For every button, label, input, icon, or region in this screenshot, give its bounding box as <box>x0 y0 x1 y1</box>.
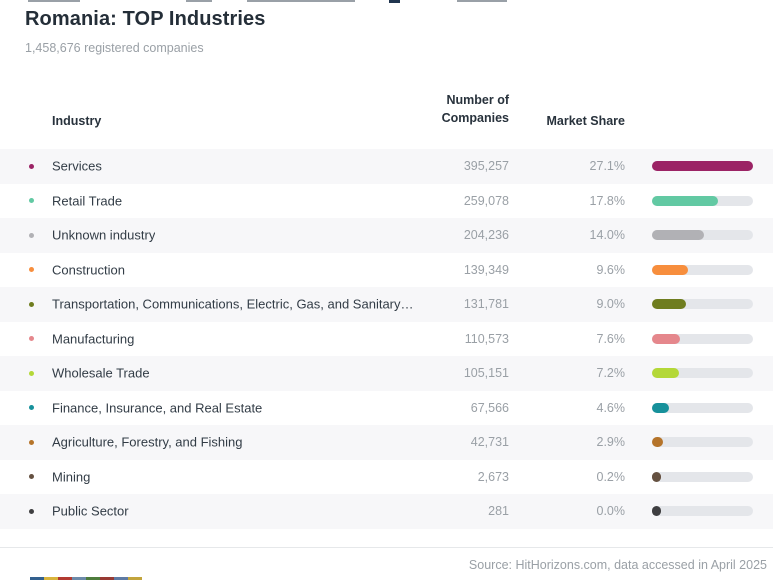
table-row: Agriculture, Forestry, and Fishing 42,73… <box>0 425 773 460</box>
market-share-bar-track <box>652 403 753 413</box>
companies-count: 395,257 <box>464 159 509 173</box>
industry-name: Unknown industry <box>52 228 155 243</box>
table-row: Services 395,257 27.1% <box>0 149 773 184</box>
industry-color-dot <box>29 336 34 341</box>
market-share-value: 27.1% <box>590 159 625 173</box>
cutoff-top-fragment <box>457 0 507 2</box>
companies-count: 42,731 <box>471 435 509 449</box>
table-row: Public Sector 281 0.0% <box>0 494 773 529</box>
market-share-value: 4.6% <box>597 401 626 415</box>
footer-divider <box>0 547 773 548</box>
companies-count: 105,151 <box>464 366 509 380</box>
market-share-value: 14.0% <box>590 228 625 242</box>
industry-color-dot <box>29 267 34 272</box>
market-share-bar-fill <box>652 334 680 344</box>
industry-name: Public Sector <box>52 504 129 519</box>
table-row: Construction 139,349 9.6% <box>0 253 773 288</box>
source-attribution: Source: HitHorizons.com, data accessed i… <box>469 558 767 572</box>
market-share-bar-fill <box>652 437 663 447</box>
industry-name: Transportation, Communications, Electric… <box>52 297 414 312</box>
market-share-bar-track <box>652 472 753 482</box>
table-row: Finance, Insurance, and Real Estate 67,5… <box>0 391 773 426</box>
market-share-bar-fill <box>652 299 686 309</box>
industry-color-dot <box>29 474 34 479</box>
industry-color-dot <box>29 302 34 307</box>
market-share-bar-fill <box>652 230 704 240</box>
market-share-bar-fill <box>652 506 661 516</box>
cutoff-top-fragment <box>28 0 80 2</box>
market-share-value: 9.6% <box>597 263 626 277</box>
market-share-bar-fill <box>652 368 679 378</box>
market-share-value: 2.9% <box>597 435 626 449</box>
cutoff-top-fragment <box>186 0 212 2</box>
industry-color-dot <box>29 440 34 445</box>
table-row: Mining 2,673 0.2% <box>0 460 773 495</box>
market-share-value: 0.2% <box>597 470 626 484</box>
industry-name: Construction <box>52 262 125 277</box>
table-row: Transportation, Communications, Electric… <box>0 287 773 322</box>
market-share-value: 9.0% <box>597 297 626 311</box>
table-row: Wholesale Trade 105,151 7.2% <box>0 356 773 391</box>
companies-count: 131,781 <box>464 297 509 311</box>
industry-table-body: Services 395,257 27.1% Retail Trade 259,… <box>0 149 773 529</box>
market-share-bar-fill <box>652 403 669 413</box>
page-title: Romania: TOP Industries <box>25 8 266 31</box>
market-share-bar-track <box>652 299 753 309</box>
registered-companies-subtitle: 1,458,676 registered companies <box>25 41 204 55</box>
market-share-bar-track <box>652 196 753 206</box>
companies-count: 2,673 <box>478 470 509 484</box>
industry-name: Mining <box>52 469 90 484</box>
industry-color-dot <box>29 233 34 238</box>
cutoff-top-fragment <box>389 0 400 3</box>
industry-color-dot <box>29 405 34 410</box>
market-share-bar-track <box>652 368 753 378</box>
table-row: Retail Trade 259,078 17.8% <box>0 184 773 219</box>
market-share-value: 7.2% <box>597 366 626 380</box>
industry-name: Manufacturing <box>52 331 134 346</box>
market-share-bar-track <box>652 437 753 447</box>
market-share-bar-fill <box>652 472 661 482</box>
table-header: Industry Number of Companies Market Shar… <box>0 88 773 130</box>
industry-name: Agriculture, Forestry, and Fishing <box>52 435 243 450</box>
market-share-bar-track <box>652 265 753 275</box>
industry-name: Wholesale Trade <box>52 366 150 381</box>
industry-color-dot <box>29 371 34 376</box>
market-share-bar-track <box>652 230 753 240</box>
market-share-bar-fill <box>652 161 753 171</box>
industry-color-dot <box>29 198 34 203</box>
companies-count: 281 <box>488 504 509 518</box>
market-share-bar-fill <box>652 196 718 206</box>
table-row: Unknown industry 204,236 14.0% <box>0 218 773 253</box>
column-header-industry: Industry <box>52 114 101 128</box>
industry-color-dot <box>29 509 34 514</box>
column-header-number-of-companies: Number of Companies <box>429 91 509 129</box>
companies-count: 139,349 <box>464 263 509 277</box>
market-share-bar-track <box>652 161 753 171</box>
industry-name: Finance, Insurance, and Real Estate <box>52 400 262 415</box>
market-share-value: 0.0% <box>597 504 626 518</box>
market-share-value: 17.8% <box>590 194 625 208</box>
companies-count: 259,078 <box>464 194 509 208</box>
market-share-bar-track <box>652 506 753 516</box>
industry-name: Retail Trade <box>52 193 122 208</box>
companies-count: 204,236 <box>464 228 509 242</box>
market-share-value: 7.6% <box>597 332 626 346</box>
companies-count: 67,566 <box>471 401 509 415</box>
table-row: Manufacturing 110,573 7.6% <box>0 322 773 357</box>
industry-color-dot <box>29 164 34 169</box>
companies-count: 110,573 <box>465 332 509 346</box>
market-share-bar-track <box>652 334 753 344</box>
cutoff-top-fragment <box>247 0 355 2</box>
market-share-bar-fill <box>652 265 688 275</box>
industry-name: Services <box>52 159 102 174</box>
column-header-market-share: Market Share <box>546 114 625 128</box>
